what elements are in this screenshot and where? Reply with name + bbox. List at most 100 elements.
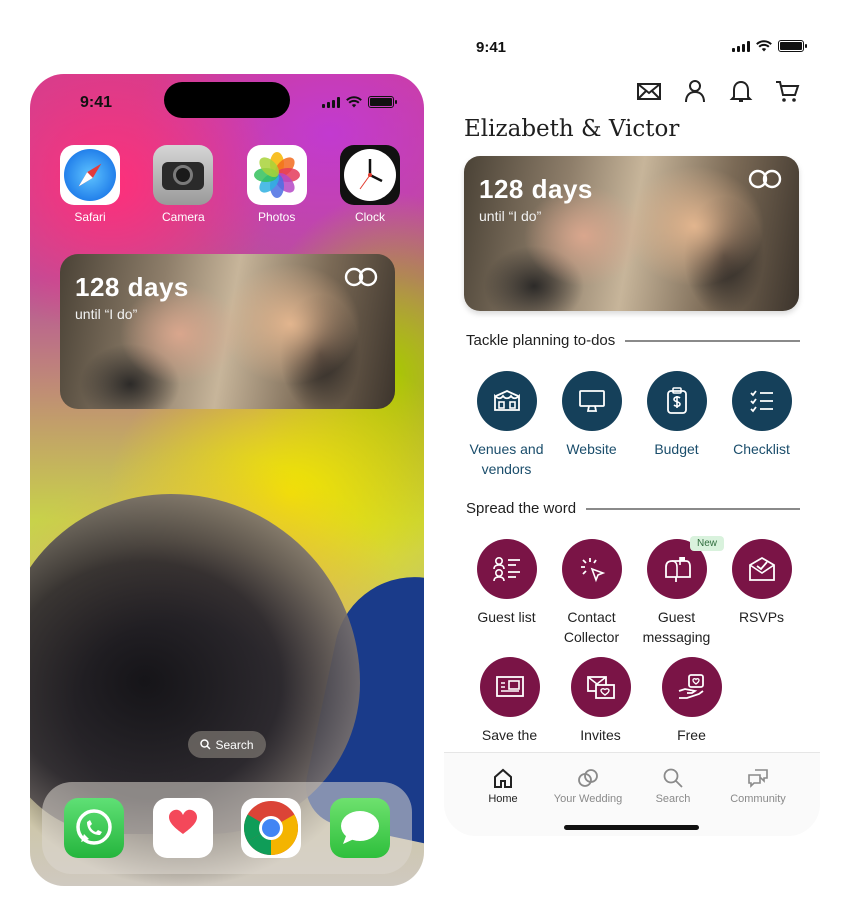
search-label: Search xyxy=(215,737,254,752)
tile-save-the-date[interactable]: Save the xyxy=(464,657,555,745)
tile-label: Venues and vendors xyxy=(469,441,544,477)
status-bar: 9:41 xyxy=(444,20,820,70)
tile-guest-list[interactable]: Guest list xyxy=(464,539,549,647)
app-label: Photos xyxy=(257,210,296,224)
tab-label: Community xyxy=(730,793,786,805)
section-spread-header: Spread the word xyxy=(466,500,800,517)
app-label: Camera xyxy=(161,210,205,224)
chrome-icon[interactable] xyxy=(241,798,302,858)
tile-venues-vendors[interactable]: Venues and vendors xyxy=(464,371,549,479)
header-actions xyxy=(636,78,800,104)
wedding-app-phone: 9:41 Elizabeth & Victor 128 days until “… xyxy=(444,20,820,836)
tab-label: Search xyxy=(655,793,691,805)
tile-label: Guest list xyxy=(477,609,536,625)
status-icons xyxy=(322,96,397,108)
tile-label: Contact Collector xyxy=(563,609,620,645)
app-clock[interactable]: Clock xyxy=(339,145,400,224)
tile-label: RSVPs xyxy=(738,609,785,625)
divider xyxy=(586,507,800,510)
tab-community[interactable]: Community xyxy=(713,767,803,805)
cellular-signal-icon xyxy=(732,40,750,52)
app-safari[interactable]: Safari xyxy=(60,145,120,224)
app-label: Clock xyxy=(354,210,385,224)
status-time: 9:41 xyxy=(476,39,507,56)
invites-icon xyxy=(570,657,631,717)
app-row: Safari Camera Photos Clock xyxy=(60,145,400,224)
search-icon xyxy=(200,739,212,750)
tab-your-wedding[interactable]: Your Wedding xyxy=(543,767,633,805)
messages-icon[interactable] xyxy=(329,798,390,858)
budget-icon xyxy=(646,371,707,431)
countdown-widget[interactable]: 128 days until “I do” xyxy=(60,254,395,409)
tile-label: Free xyxy=(677,727,706,743)
whatsapp-icon[interactable] xyxy=(64,798,125,858)
bell-icon[interactable] xyxy=(728,78,754,104)
monitor-icon xyxy=(561,371,622,431)
home-indicator xyxy=(564,825,699,830)
section-planning-header: Tackle planning to-dos xyxy=(466,332,800,349)
cart-icon[interactable] xyxy=(774,78,800,104)
mail-icon[interactable] xyxy=(636,78,662,104)
tile-contact-collector[interactable]: Contact Collector xyxy=(549,539,634,647)
wifi-icon xyxy=(346,96,362,108)
tile-label: Invites xyxy=(580,727,621,743)
dynamic-island xyxy=(164,82,290,118)
profile-icon[interactable] xyxy=(682,78,708,104)
tile-checklist[interactable]: Checklist xyxy=(719,371,804,479)
tile-label: Save the xyxy=(481,727,538,743)
tile-label: Guest messaging xyxy=(642,609,711,645)
guest-list-icon xyxy=(476,539,537,599)
section-title: Tackle planning to-dos xyxy=(466,332,616,349)
tile-free[interactable]: Free xyxy=(646,657,737,745)
tile-rsvps[interactable]: RSVPs xyxy=(719,539,804,647)
tile-guest-messaging[interactable]: New Guest messaging xyxy=(634,536,725,647)
app-label: Safari xyxy=(74,210,106,224)
rings-icon xyxy=(344,267,378,287)
safari-icon xyxy=(60,145,120,205)
tab-label: Home xyxy=(488,793,518,805)
rings-icon xyxy=(748,169,782,189)
divider xyxy=(625,339,800,342)
home-screen-phone: 9:41 Safari Camera Photos Clock 128 days… xyxy=(30,74,424,886)
tab-home[interactable]: Home xyxy=(458,767,548,805)
tile-budget[interactable]: Budget xyxy=(634,371,719,479)
app-photos[interactable]: Photos xyxy=(246,145,307,224)
bottom-tab-bar: Home Your Wedding Search Community xyxy=(444,752,820,836)
dock xyxy=(42,782,412,874)
venue-icon xyxy=(476,371,537,431)
chat-bubbles-icon xyxy=(748,769,768,788)
days-count: 128 days xyxy=(75,272,189,302)
battery-icon xyxy=(778,40,807,52)
wifi-icon xyxy=(756,40,772,52)
spotlight-search-button[interactable]: Search xyxy=(188,731,266,758)
section-title: Spread the word xyxy=(466,500,577,517)
cursor-click-icon xyxy=(561,539,622,599)
search-icon xyxy=(663,768,683,788)
spread-tiles-row-1: Guest list Contact Collector New Guest m… xyxy=(464,536,804,647)
status-time: 9:41 xyxy=(80,94,113,111)
gift-hand-icon xyxy=(661,657,722,717)
tile-website[interactable]: Website xyxy=(549,371,634,479)
tab-search[interactable]: Search xyxy=(628,767,718,805)
tile-invites[interactable]: Invites xyxy=(555,657,646,745)
spread-tiles-row-2: Save the Invites Free xyxy=(464,657,804,745)
tab-label: Your Wedding xyxy=(553,793,623,805)
health-icon[interactable] xyxy=(152,798,213,858)
days-count: 128 days xyxy=(479,174,593,204)
save-the-date-icon xyxy=(479,657,540,717)
rings-outline-icon xyxy=(578,769,598,787)
clock-icon xyxy=(339,145,400,205)
cellular-signal-icon xyxy=(322,96,340,108)
status-bar: 9:41 xyxy=(30,74,424,128)
envelope-check-icon xyxy=(731,539,792,599)
checklist-icon xyxy=(731,371,792,431)
camera-icon xyxy=(153,145,214,205)
app-camera[interactable]: Camera xyxy=(153,145,214,224)
tile-label: Checklist xyxy=(733,441,790,457)
tile-label: Budget xyxy=(654,441,699,457)
countdown-card[interactable]: 128 days until “I do” xyxy=(464,156,799,311)
days-subtitle: until “I do” xyxy=(75,306,138,322)
days-subtitle: until “I do” xyxy=(479,208,542,224)
status-icons xyxy=(732,40,807,52)
battery-icon xyxy=(368,96,397,108)
